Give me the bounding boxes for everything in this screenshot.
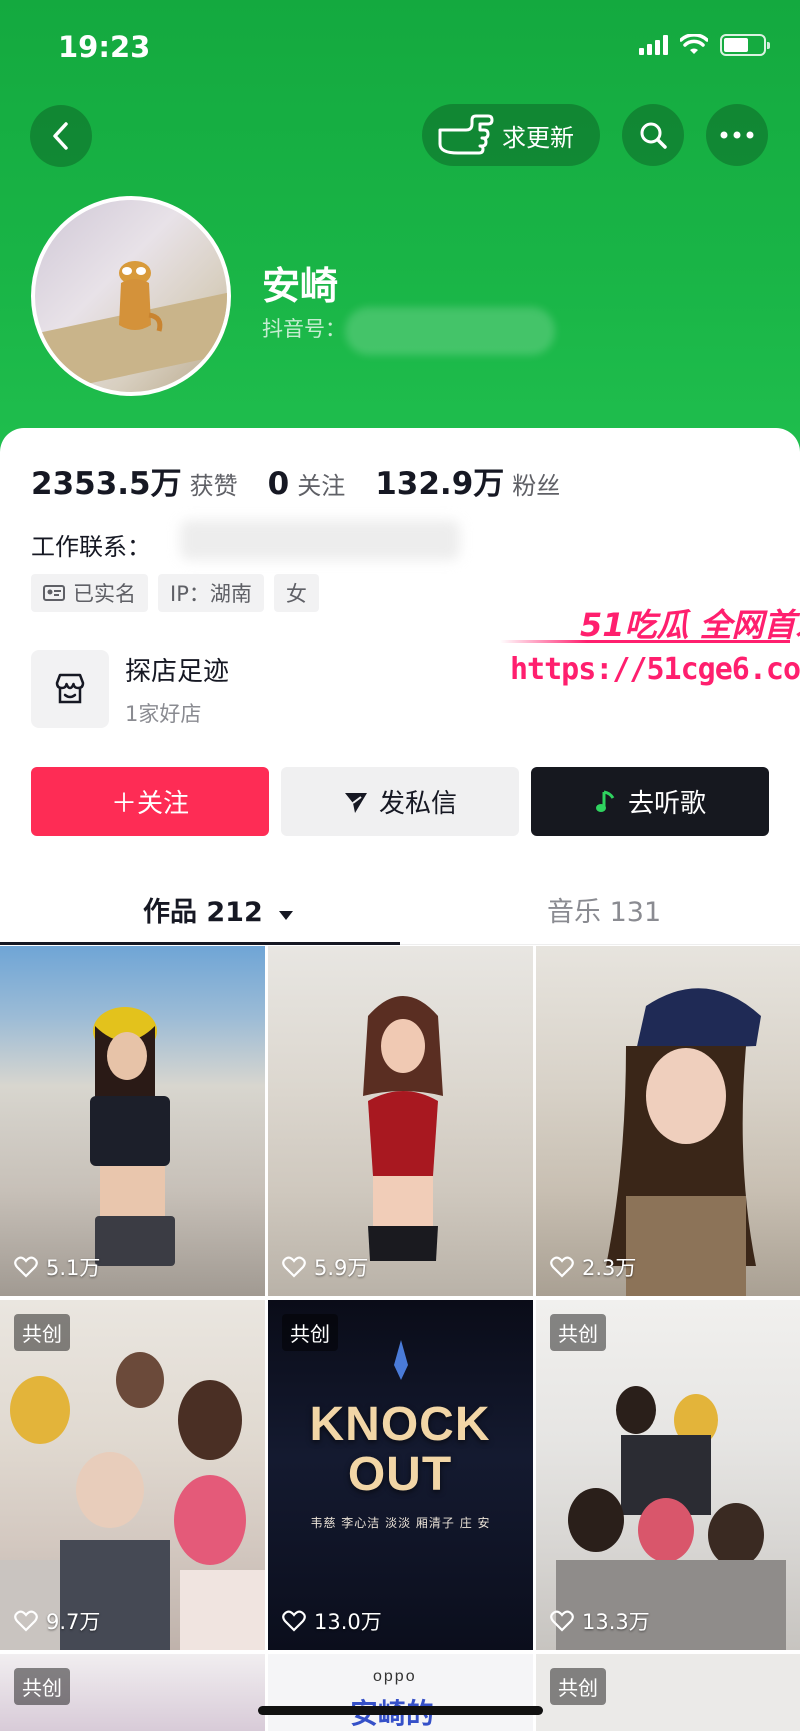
shop-subtitle: 1家好店 — [125, 701, 202, 726]
video-likes: 9.7万 — [14, 1606, 100, 1636]
poster-title: KNOCK OUT — [309, 1398, 491, 1501]
request-update-label: 求更新 — [502, 123, 574, 152]
tab-underline — [0, 942, 400, 945]
follow-button[interactable]: ＋关注 — [31, 767, 269, 836]
profile-actions: ＋关注 发私信 去听歌 — [31, 767, 769, 836]
likes-label: 获赞 — [189, 472, 238, 500]
watermark-url: https://51cge6.com — [510, 652, 800, 687]
video-thumbnail[interactable]: oppo 安崎的 — [268, 1654, 533, 1731]
video-likes: 5.9万 — [282, 1252, 368, 1282]
work-contact-redacted — [180, 520, 460, 560]
back-button[interactable] — [30, 105, 92, 167]
gender-tag: 女 — [273, 574, 319, 612]
douyin-id-redacted — [345, 307, 555, 355]
co-creation-badge: 共创 — [14, 1668, 70, 1705]
store-icon — [31, 650, 109, 728]
video-thumbnail[interactable]: 共创 — [536, 1654, 800, 1731]
message-label: 发私信 — [378, 789, 457, 819]
co-creation-badge: 共创 — [550, 1668, 606, 1705]
battery-icon — [720, 34, 770, 56]
tab-works-label: 作品 212 — [143, 897, 263, 928]
profile-name: 安崎 — [262, 264, 339, 308]
more-button[interactable] — [706, 104, 768, 166]
ip-location-tag: IP：湖南 — [158, 574, 264, 612]
content-tabs: 作品 212 音乐 131 — [0, 870, 800, 945]
send-icon — [344, 792, 367, 813]
pointing-hand-icon — [438, 114, 494, 155]
search-icon — [640, 122, 667, 149]
video-likes: 13.0万 — [282, 1606, 382, 1636]
avatar[interactable] — [31, 196, 231, 396]
caret-down-icon — [279, 911, 294, 920]
video-thumbnail[interactable]: 2.3万 — [536, 946, 800, 1296]
verified-tag-label: 已实名 — [73, 582, 136, 606]
more-dots-icon — [720, 131, 754, 139]
id-card-icon — [43, 585, 65, 601]
video-thumbnail[interactable]: 5.9万 — [268, 946, 533, 1296]
tab-music[interactable]: 音乐 131 — [547, 890, 661, 929]
work-contact-label: 工作联系： — [31, 533, 151, 561]
co-creation-badge: 共创 — [282, 1314, 338, 1351]
home-indicator[interactable] — [258, 1706, 543, 1715]
video-likes: 5.1万 — [14, 1252, 100, 1282]
listen-music-label: 去听歌 — [627, 789, 706, 819]
chevron-left-icon — [53, 122, 68, 150]
likes-count[interactable]: 2353.5万 — [31, 458, 182, 503]
video-thumbnail[interactable]: 共创 9.7万 — [0, 1300, 265, 1650]
wifi-icon — [680, 34, 708, 54]
heart-icon — [550, 1610, 574, 1632]
garfield-avatar-image — [119, 261, 163, 332]
heart-icon — [14, 1256, 38, 1278]
group-photo-image — [0, 1352, 265, 1650]
heart-icon — [282, 1256, 306, 1278]
dancer-figure-image — [90, 1007, 175, 1266]
shop-visits[interactable]: 探店足迹 1家好店 — [31, 650, 229, 728]
following-label: 关注 — [297, 472, 346, 500]
status-time: 19:23 — [58, 30, 151, 64]
co-creation-badge: 共创 — [14, 1314, 70, 1351]
poster-logo-icon — [394, 1340, 408, 1380]
followers-label: 粉丝 — [512, 472, 561, 500]
video-likes: 2.3万 — [550, 1252, 636, 1282]
listen-music-button[interactable]: 去听歌 — [531, 767, 769, 836]
search-button[interactable] — [622, 104, 684, 166]
following-count[interactable]: 0 — [268, 466, 290, 502]
status-icons — [639, 34, 770, 56]
tab-works[interactable]: 作品 212 — [143, 890, 294, 929]
heart-icon — [550, 1256, 574, 1278]
profile-tags: 已实名 IP：湖南 女 — [31, 574, 319, 612]
request-update-button[interactable]: 求更新 — [422, 104, 600, 166]
followers-count[interactable]: 132.9万 — [375, 458, 504, 503]
heart-icon — [282, 1610, 306, 1632]
video-thumbnail[interactable]: 5.1万 — [0, 946, 265, 1296]
message-button[interactable]: 发私信 — [281, 767, 519, 836]
poster-cast: 韦慈 李心洁 淡淡 厢清子 庄 安 — [310, 1516, 491, 1530]
video-thumbnail[interactable]: 共创 — [0, 1654, 265, 1731]
dancer-figure-image — [606, 988, 761, 1296]
cellular-signal-icon — [639, 35, 668, 55]
status-bar: 19:23 — [0, 0, 800, 96]
video-thumbnail[interactable]: 共创 13.3万 — [536, 1300, 800, 1650]
heart-icon — [14, 1610, 38, 1632]
profile-stats: 2353.5万 获赞 0 关注 132.9万 粉丝 — [31, 458, 590, 503]
video-likes: 13.3万 — [550, 1606, 650, 1636]
video-thumbnail[interactable]: KNOCK OUT 韦慈 李心洁 淡淡 厢清子 庄 安 共创 13.0万 — [268, 1300, 533, 1650]
verified-tag: 已实名 — [31, 574, 148, 612]
co-creation-badge: 共创 — [550, 1314, 606, 1351]
douyin-id-label: 抖音号： — [262, 317, 346, 341]
shop-title: 探店足迹 — [125, 656, 230, 687]
poster-brand: oppo — [373, 1668, 417, 1685]
music-note-icon — [595, 790, 615, 812]
dancer-figure-image — [363, 996, 443, 1261]
